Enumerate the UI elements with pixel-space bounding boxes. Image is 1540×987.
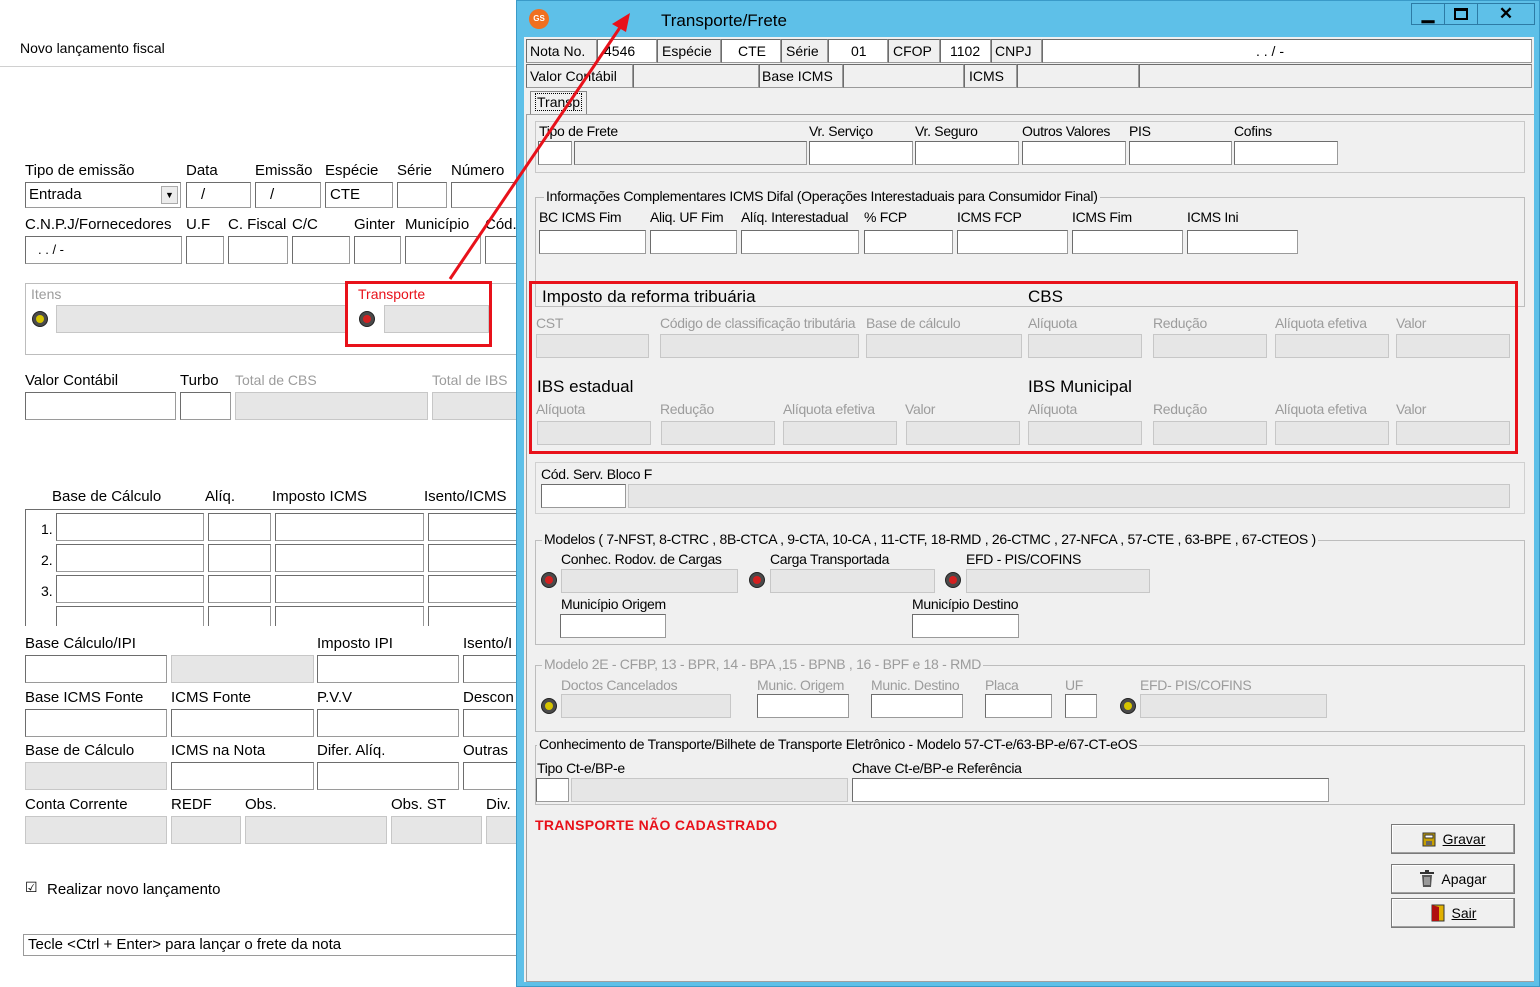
annotation-arrow [448, 13, 630, 280]
arrow-line [448, 25, 623, 280]
arrow-head [612, 13, 630, 32]
